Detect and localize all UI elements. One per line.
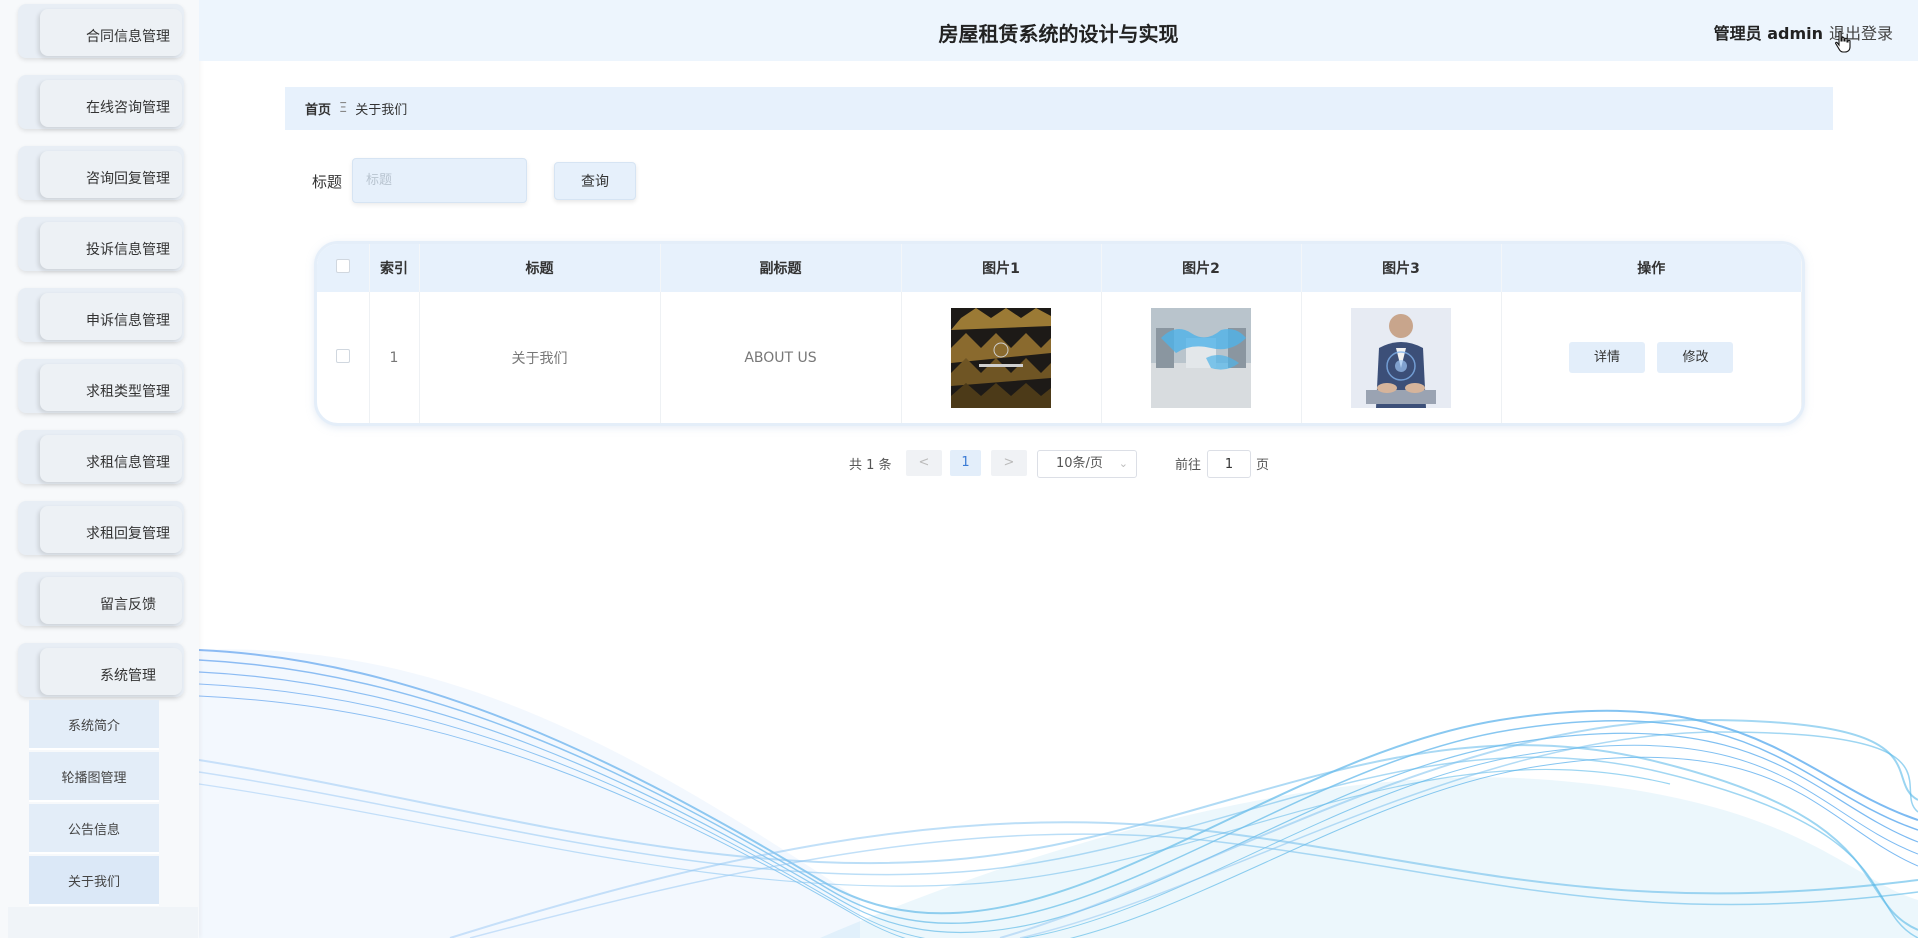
breadcrumb: 首页 Ξ 关于我们	[285, 87, 1833, 130]
sidebar-item-complaint[interactable]: 投诉信息管理	[18, 217, 184, 271]
top-header: 房屋租赁系统的设计与实现 管理员 admin 退出登录	[199, 0, 1918, 61]
sidebar-item-label: 留言反馈	[40, 577, 182, 624]
detail-button[interactable]: 详情	[1569, 342, 1646, 373]
sidebar-item-rent-type[interactable]: 求租类型管理	[18, 359, 184, 413]
sidebar-item-label: 合同信息管理	[40, 9, 182, 56]
goto-page-input[interactable]	[1207, 450, 1251, 478]
sidebar-item-contract[interactable]: 合同信息管理	[18, 4, 184, 58]
page-size-value: 10条/页	[1056, 456, 1103, 471]
thumbnail-image-2[interactable]	[1151, 307, 1251, 408]
thumbnail-image-3[interactable]	[1351, 307, 1451, 408]
goto-label: 前往	[1175, 458, 1202, 473]
chevron-down-icon: ⌄	[1118, 457, 1128, 470]
pagination-page-1[interactable]: 1	[950, 450, 981, 476]
submenu-item-intro[interactable]: 系统简介	[29, 700, 159, 750]
submenu-item-carousel[interactable]: 轮播图管理	[29, 752, 159, 802]
sidebar-item-label: 申诉信息管理	[40, 293, 182, 340]
submenu-item-about[interactable]: 关于我们	[29, 856, 159, 906]
pagination-total: 共 1 条	[849, 458, 892, 473]
column-header-subtitle: 副标题	[660, 244, 902, 292]
submenu-item-notice[interactable]: 公告信息	[29, 804, 159, 854]
search-button[interactable]: 查询	[554, 162, 636, 200]
column-header-pic3: 图片3	[1301, 244, 1502, 292]
app-title: 房屋租赁系统的设计与实现	[938, 24, 1179, 46]
sidebar-item-consult[interactable]: 在线咨询管理	[18, 75, 184, 129]
cell-subtitle: ABOUT US	[660, 292, 902, 423]
column-header-title: 标题	[419, 244, 661, 292]
goto-unit-label: 页	[1256, 458, 1270, 473]
pagination-next-button[interactable]: >	[991, 450, 1027, 476]
sidebar-item-rent-reply[interactable]: 求租回复管理	[18, 501, 184, 555]
pagination-prev-button[interactable]: <	[906, 450, 942, 476]
sidebar-item-system[interactable]: 系统管理	[18, 643, 184, 697]
row-checkbox[interactable]	[335, 348, 350, 363]
sidebar-item-consult-reply[interactable]: 咨询回复管理	[18, 146, 184, 200]
sidebar-item-feedback[interactable]: 留言反馈	[18, 572, 184, 626]
column-header-pic2: 图片2	[1101, 244, 1302, 292]
hand-cursor-icon	[1835, 30, 1851, 53]
edit-button[interactable]: 修改	[1657, 342, 1734, 373]
column-header-index: 索引	[369, 244, 420, 292]
sidebar-item-label: 求租回复管理	[40, 506, 182, 553]
sidebar-item-label: 投诉信息管理	[40, 222, 182, 269]
cell-index: 1	[369, 292, 420, 423]
cell-actions: 详情 修改	[1501, 292, 1802, 423]
sidebar-item-appeal[interactable]: 申诉信息管理	[18, 288, 184, 342]
row-select-cell	[317, 292, 370, 423]
pagination: 共 1 条 < 1 > 10条/页 ⌄ 前往 页	[0, 450, 1918, 478]
sidebar-item-label: 系统管理	[40, 648, 182, 695]
cell-title: 关于我们	[419, 292, 661, 423]
current-user: 管理员 admin	[1713, 24, 1823, 43]
page-size-select[interactable]: 10条/页 ⌄	[1037, 450, 1137, 478]
search-title-input[interactable]	[352, 158, 527, 203]
cell-pic3	[1301, 292, 1502, 423]
breadcrumb-current: 关于我们	[355, 103, 408, 118]
breadcrumb-home[interactable]: 首页	[305, 99, 331, 118]
table-header-row: 索引 标题 副标题 图片1 图片2 图片3 操作	[317, 244, 1802, 292]
breadcrumb-separator-icon: Ξ	[339, 101, 348, 116]
thumbnail-image-1[interactable]	[951, 307, 1051, 408]
column-header-pic1: 图片1	[901, 244, 1102, 292]
sidebar-footer	[8, 907, 198, 938]
cell-pic1	[901, 292, 1102, 423]
data-table: 索引 标题 副标题 图片1 图片2 图片3 操作 1 关于我们 ABOUT US	[314, 241, 1805, 426]
search-title-label: 标题	[312, 173, 343, 191]
select-all-checkbox[interactable]	[335, 259, 350, 273]
sidebar-item-label: 咨询回复管理	[40, 151, 182, 198]
sidebar-item-label: 在线咨询管理	[40, 80, 182, 127]
select-all-cell	[317, 244, 370, 292]
table-row: 1 关于我们 ABOUT US 详情 修改	[317, 292, 1802, 423]
column-header-actions: 操作	[1501, 244, 1802, 292]
sidebar-item-label: 求租类型管理	[40, 364, 182, 411]
cell-pic2	[1101, 292, 1302, 423]
